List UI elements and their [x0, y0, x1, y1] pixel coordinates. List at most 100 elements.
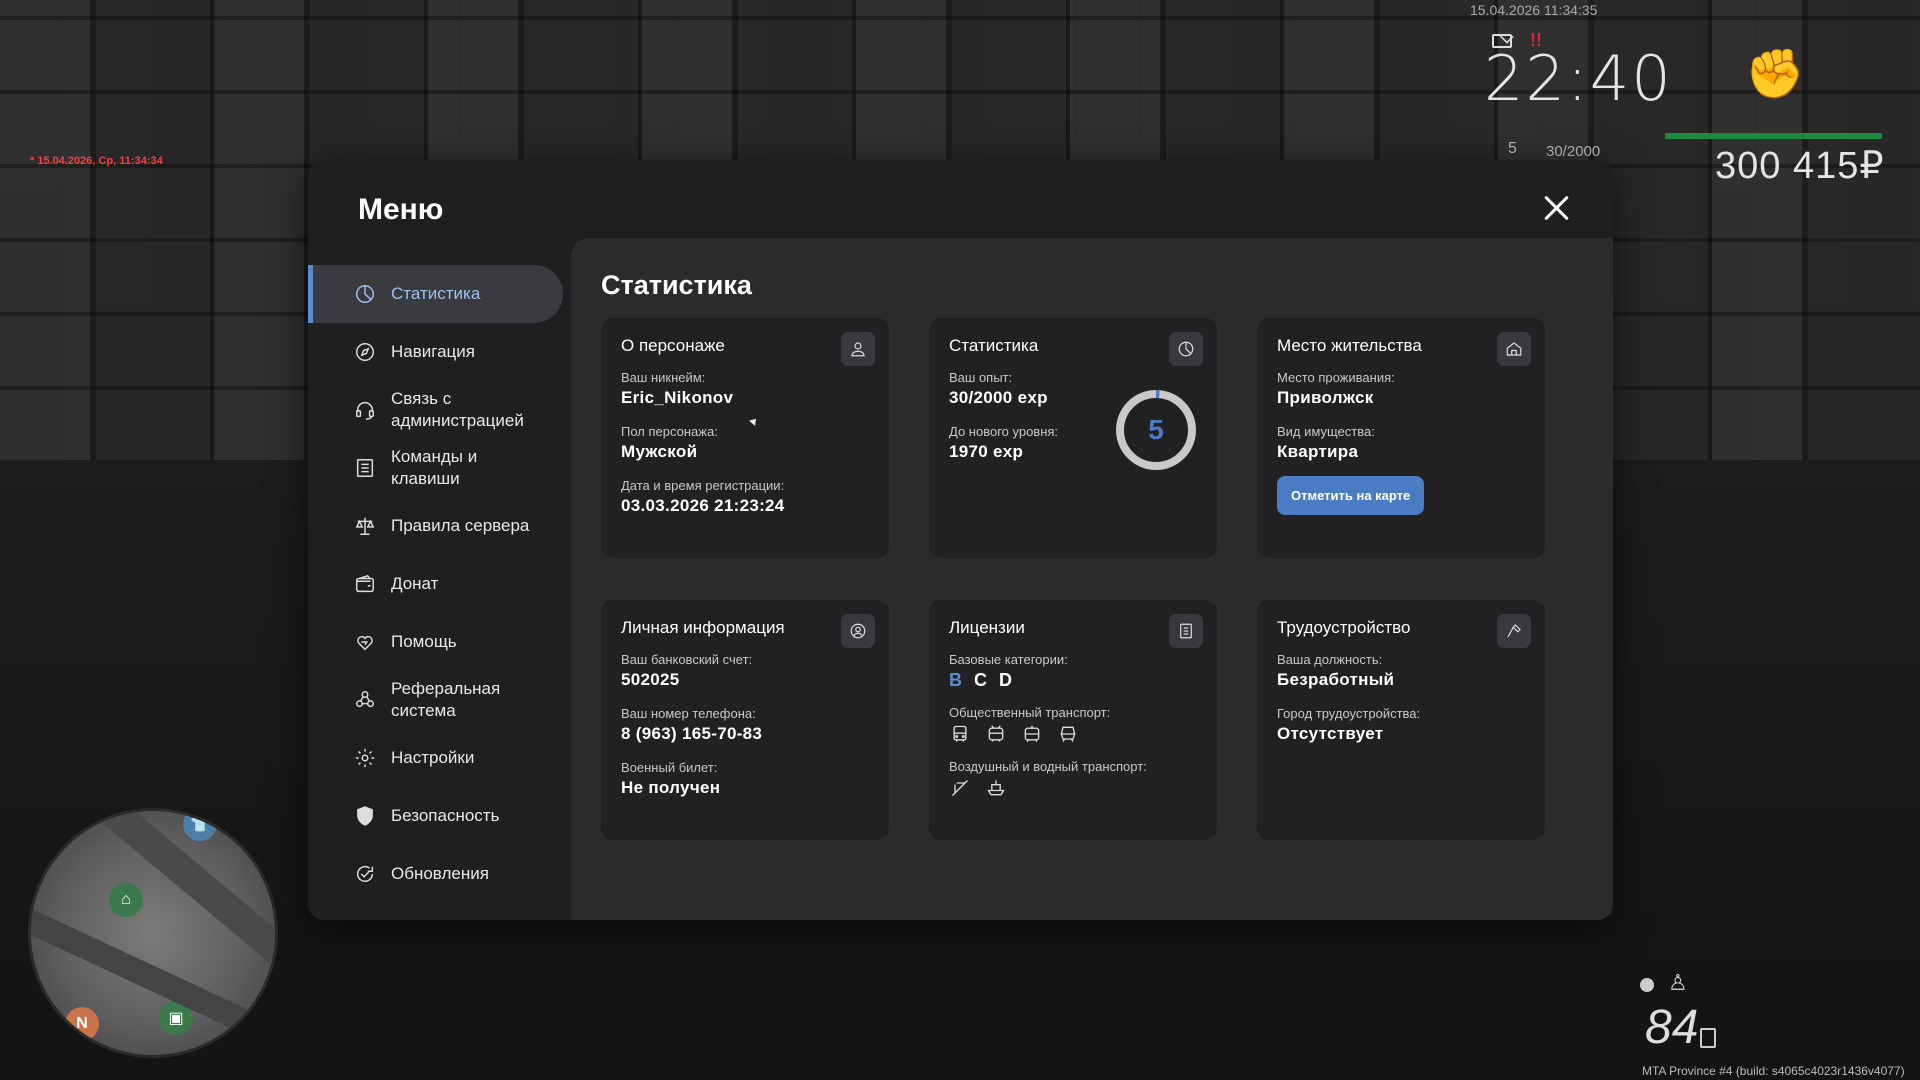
user-circle-icon — [841, 614, 875, 648]
user-icon — [841, 332, 875, 366]
hammer-icon — [1497, 614, 1531, 648]
hud-money: 300 415₽ — [1715, 145, 1885, 187]
north-blip-icon: N — [65, 1007, 99, 1041]
property-value: Квартира — [1277, 442, 1359, 461]
sidebar-item-security[interactable]: Безопасность — [308, 787, 563, 845]
sidebar-item-donate[interactable]: Донат — [308, 555, 563, 613]
health-bar — [1665, 133, 1882, 139]
sidebar-item-label: Реферальная система — [391, 679, 501, 720]
property-label: Вид имущества: — [1277, 424, 1375, 439]
air-water-transport-icons — [949, 777, 1197, 799]
sidebar-item-label: Безопасность — [391, 806, 500, 825]
mark-on-map-button[interactable]: Отметить на карте — [1277, 476, 1425, 515]
sidebar-item-label: Помощь — [391, 632, 457, 651]
base-categories-label: Базовые категории: — [949, 652, 1068, 667]
sidebar-item-help[interactable]: Помощь — [308, 613, 563, 671]
scales-icon — [353, 514, 377, 538]
tram-icon — [1021, 723, 1043, 745]
hud-speed: 84 — [1645, 1001, 1699, 1054]
place-value: Приволжск — [1277, 388, 1374, 407]
list-icon — [353, 456, 377, 480]
public-transport-icons — [949, 723, 1197, 745]
card-character: О персонаже Ваш никнейм: Eric_Nikonov По… — [601, 318, 889, 558]
people-icon — [353, 688, 377, 712]
metro-icon — [1057, 723, 1079, 745]
menu-window: Меню Статистика Навигация Связь с админи… — [308, 160, 1613, 920]
public-transport-label: Общественный транспорт: — [949, 705, 1111, 720]
hud-exp: 30/2000 — [1546, 143, 1601, 160]
category-c: C — [974, 670, 987, 690]
exp-label: Ваш опыт: — [949, 370, 1013, 385]
sidebar-item-label: Настройки — [391, 748, 475, 767]
nick-value: Eric_Nikonov — [621, 388, 734, 407]
headset-icon — [353, 398, 377, 422]
house-icon — [1497, 332, 1531, 366]
bank-label: Ваш банковский счет: — [621, 652, 753, 667]
card-employment: Трудоустройство Ваша должность: Безработ… — [1257, 600, 1545, 840]
shield-icon — [353, 804, 377, 828]
heart-hand-icon — [353, 630, 377, 654]
menu-title: Меню — [358, 193, 444, 226]
sidebar-item-rules[interactable]: Правила сервера — [308, 497, 563, 555]
sidebar-item-commands[interactable]: Команды и клавиши — [308, 439, 563, 497]
sidebar-item-admin-contact[interactable]: Связь с администрацией — [308, 381, 563, 439]
shirt-blip-icon: 👕 — [183, 811, 217, 841]
card-title: Лицензии — [949, 618, 1025, 637]
position-value: Безработный — [1277, 670, 1395, 689]
gear-icon — [353, 746, 377, 770]
house-blip-icon: ⌂ — [109, 883, 143, 917]
wallet-icon — [353, 572, 377, 596]
fist-icon: ✊ — [1745, 48, 1805, 101]
close-button[interactable] — [1539, 190, 1575, 226]
pie-chart-icon — [1169, 332, 1203, 366]
document-icon — [1169, 614, 1203, 648]
hud-top-datetime: 15.04.2026 11:34:35 — [1470, 2, 1598, 18]
military-value: Не получен — [621, 778, 721, 797]
gender-value: Мужской — [621, 442, 698, 461]
boat-icon — [985, 777, 1007, 799]
sidebar-item-label: Связь с администрацией — [391, 389, 524, 430]
position-label: Ваша должность: — [1277, 652, 1383, 667]
card-personal: Личная информация Ваш банковский счет: 5… — [601, 600, 889, 840]
card-title: Личная информация — [621, 618, 785, 637]
sidebar-item-referral[interactable]: Реферальная система — [308, 671, 563, 729]
phone-label: Ваш номер телефона: — [621, 706, 756, 721]
card-licenses: Лицензии Базовые категории: B C D Общест… — [929, 600, 1217, 840]
place-label: Место проживания: — [1277, 370, 1395, 385]
hud-level: 5 — [1508, 140, 1517, 157]
card-title: Место жительства — [1277, 336, 1422, 355]
city-label: Город трудоустройства: — [1277, 706, 1421, 721]
card-residence: Место жительства Место проживания: Приво… — [1257, 318, 1545, 558]
sidebar-item-label: Навигация — [391, 342, 475, 361]
reg-label: Дата и время регистрации: — [621, 478, 785, 493]
sidebar-item-navigation[interactable]: Навигация — [308, 323, 563, 381]
category-d: D — [999, 670, 1012, 690]
content-panel: Статистика О персонаже Ваш никнейм: Eric… — [571, 238, 1613, 920]
refresh-check-icon — [353, 862, 377, 886]
minimap: 👕 ⌂ ▣ N — [28, 808, 278, 1058]
bus-icon — [949, 723, 971, 745]
sidebar-item-label: Донат — [391, 574, 439, 593]
base-categories: B C D — [949, 670, 1197, 691]
bus-blip-icon: ▣ — [159, 1001, 193, 1035]
gender-label: Пол персонажа: — [621, 424, 718, 439]
reg-value: 03.03.2026 21:23:24 — [621, 496, 785, 515]
sidebar-item-label: Правила сервера — [391, 516, 530, 535]
sidebar: Статистика Навигация Связь с администрац… — [308, 265, 563, 903]
hud-red-datetime: * 15.04.2026, Ср, 11:34:34 — [30, 155, 163, 167]
category-b: B — [949, 670, 962, 690]
seatbelt-icon: ♙ — [1668, 970, 1688, 995]
bank-value: 502025 — [621, 670, 680, 689]
level-number: 5 — [1148, 414, 1164, 445]
fuel-icon — [1700, 1028, 1716, 1048]
indicator-dot-icon — [1640, 978, 1654, 992]
sidebar-item-statistics[interactable]: Статистика — [308, 265, 563, 323]
sidebar-item-settings[interactable]: Настройки — [308, 729, 563, 787]
compass-icon — [353, 340, 377, 364]
air-water-transport-label: Воздушный и водный транспорт: — [949, 759, 1147, 774]
hud-clock: 22:40 — [1484, 42, 1673, 115]
sidebar-item-updates[interactable]: Обновления — [308, 845, 563, 903]
pie-chart-icon — [353, 282, 377, 306]
phone-value: 8 (963) 165-70-83 — [621, 724, 763, 743]
card-title: О персонаже — [621, 336, 725, 355]
